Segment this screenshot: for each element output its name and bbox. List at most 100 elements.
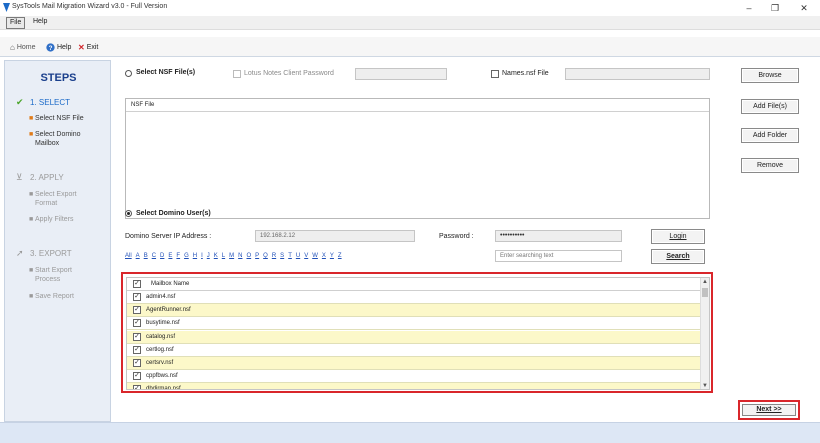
home-button[interactable]: ⌂ Home xyxy=(10,41,36,53)
mailbox-row[interactable]: ✓ certlog.nsf xyxy=(127,344,702,357)
step-item-select-nsf: ■ Select NSF File xyxy=(29,115,84,122)
mailbox-list-highlight: ✓ Mailbox Name ✓ admin4.nsf ✓ AgentRunner.n… xyxy=(121,272,713,393)
mailbox-row-checkbox[interactable]: ✓ xyxy=(133,306,141,315)
alphabet-link-y[interactable]: Y xyxy=(330,253,334,259)
scroll-thumb[interactable] xyxy=(702,288,708,297)
alphabet-link-e[interactable]: E xyxy=(168,253,172,259)
login-button[interactable]: Login xyxy=(651,229,705,244)
export-arrow-icon: ➚ xyxy=(16,248,24,258)
add-files-button[interactable]: Add File(s) xyxy=(741,99,799,114)
alphabet-link-a[interactable]: A xyxy=(136,253,140,259)
select-all-checkbox[interactable]: ✓ xyxy=(133,280,141,288)
window-title: SysTools Mail Migration Wizard v3.0 - Fu… xyxy=(12,3,168,10)
step-apply: ⊻ 2. APPLY xyxy=(16,172,64,183)
mailbox-row-checkbox[interactable]: ✓ xyxy=(133,372,141,381)
mailbox-row[interactable]: ✓ busytime.nsf xyxy=(127,317,702,331)
checkmark-icon: ✔ xyxy=(16,97,24,107)
mailbox-row-name: dbdirman.nsf xyxy=(146,386,181,390)
nsf-file-list[interactable]: NSF File xyxy=(125,98,710,219)
alphabet-link-z[interactable]: Z xyxy=(338,253,342,259)
mailbox-row[interactable]: ✓ admin4.nsf xyxy=(127,291,702,304)
alphabet-link-v[interactable]: V xyxy=(304,253,308,259)
steps-title: STEPS xyxy=(40,72,77,84)
alphabet-link-g[interactable]: G xyxy=(184,253,189,259)
alphabet-link-x[interactable]: X xyxy=(322,253,326,259)
alphabet-link-t[interactable]: T xyxy=(288,253,292,259)
alphabet-link-k[interactable]: K xyxy=(214,253,218,259)
svg-text:?: ? xyxy=(49,44,53,51)
mailbox-row-checkbox[interactable]: ✓ xyxy=(133,359,141,367)
mailbox-row[interactable]: ✓ cppfbws.nsf xyxy=(127,370,702,384)
alphabet-link-p[interactable]: P xyxy=(255,253,259,259)
exit-button[interactable]: ✕ Exit xyxy=(78,41,98,53)
alphabet-link-q[interactable]: Q xyxy=(263,253,268,259)
select-domino-radio[interactable] xyxy=(125,210,132,217)
alphabet-link-i[interactable]: I xyxy=(201,253,203,259)
mailbox-row-checkbox[interactable]: ✓ xyxy=(133,345,141,354)
lotus-password-input[interactable] xyxy=(355,68,447,80)
step-export: ➚ 3. EXPORT xyxy=(16,248,72,259)
add-folder-button[interactable]: Add Folder xyxy=(741,128,799,143)
alphabet-link-c[interactable]: C xyxy=(152,253,156,259)
mailbox-row-checkbox[interactable]: ✓ xyxy=(133,332,141,341)
password-label: Password : xyxy=(439,233,474,240)
home-icon: ⌂ xyxy=(10,42,15,52)
mailbox-row-name: AgentRunner.nsf xyxy=(146,307,191,314)
mailbox-row[interactable]: ✓ certsrv.nsf xyxy=(127,357,702,370)
alphabet-link-o[interactable]: O xyxy=(246,253,251,259)
status-bar xyxy=(0,422,820,443)
mailbox-row-checkbox[interactable]: ✓ xyxy=(133,293,141,301)
lotus-password-checkbox[interactable] xyxy=(233,70,241,78)
alphabet-link-r[interactable]: R xyxy=(272,253,276,259)
mailbox-scrollbar[interactable]: ▲ ▼ xyxy=(700,278,709,389)
password-input[interactable]: •••••••••• xyxy=(495,230,622,242)
mailbox-row[interactable]: ✓ dbdirman.nsf xyxy=(127,383,702,390)
help-button[interactable]: ? Help xyxy=(46,41,71,53)
alphabet-link-w[interactable]: W xyxy=(312,253,318,259)
main-panel: Select NSF File(s) Lotus Notes Client Pa… xyxy=(111,60,820,422)
mailbox-row[interactable]: ✓ AgentRunner.nsf xyxy=(127,304,702,318)
mailbox-row-checkbox[interactable]: ✓ xyxy=(133,385,141,389)
search-button[interactable]: Search xyxy=(651,249,705,264)
alphabet-link-h[interactable]: H xyxy=(193,253,197,259)
exit-label: Exit xyxy=(86,43,99,51)
server-ip-label: Domino Server IP Address : xyxy=(125,233,212,240)
maximize-button[interactable]: ❐ xyxy=(764,1,786,15)
alphabet-link-m[interactable]: M xyxy=(229,253,234,259)
alphabet-link-s[interactable]: S xyxy=(280,253,284,259)
close-button[interactable]: ✕ xyxy=(793,1,815,15)
alphabet-link-all[interactable]: All xyxy=(125,253,132,259)
step-item-select-domino: ■ Select Domino Mailbox xyxy=(29,131,81,147)
mailbox-list[interactable]: ✓ Mailbox Name ✓ admin4.nsf ✓ AgentRunner.n… xyxy=(126,277,710,390)
server-ip-input[interactable]: 192.168.2.12 xyxy=(255,230,415,242)
names-nsf-checkbox[interactable] xyxy=(491,70,499,78)
alphabet-link-d[interactable]: D xyxy=(160,253,164,259)
select-nsf-label: Select NSF File(s) xyxy=(136,69,196,76)
next-button[interactable]: Next >> xyxy=(742,404,796,416)
scroll-down-icon[interactable]: ▼ xyxy=(701,382,709,389)
browse-button[interactable]: Browse xyxy=(741,68,799,83)
minimize-button[interactable]: – xyxy=(738,1,760,15)
menu-file[interactable]: File xyxy=(6,17,26,29)
select-nsf-radio[interactable] xyxy=(125,70,132,77)
alphabet-link-j[interactable]: J xyxy=(207,253,210,259)
mailbox-row-checkbox[interactable]: ✓ xyxy=(133,319,141,328)
alphabet-link-u[interactable]: U xyxy=(296,253,300,259)
alphabet-link-f[interactable]: F xyxy=(176,253,180,259)
menu-bar: File Help xyxy=(0,16,820,30)
alphabet-link-l[interactable]: L xyxy=(222,253,225,259)
mailbox-row-name: admin4.nsf xyxy=(146,294,176,300)
search-input[interactable]: Enter searching text xyxy=(495,250,622,262)
remove-button[interactable]: Remove xyxy=(741,158,799,173)
alphabet-link-n[interactable]: N xyxy=(238,253,242,259)
alphabet-filter: All A B C D E F G H I J K L M N O P Q R S T U V W X Y Z xyxy=(125,253,342,259)
menu-help[interactable]: Help xyxy=(30,17,50,29)
home-label: Home xyxy=(16,43,36,51)
alphabet-link-b[interactable]: B xyxy=(144,253,148,259)
mailbox-row[interactable]: ✓ catalog.nsf xyxy=(127,330,702,344)
step-apply-label: 2. APPLY xyxy=(30,173,64,182)
app-icon xyxy=(3,3,10,12)
step-item-apply-filters: ■ Apply Filters xyxy=(29,216,74,223)
names-nsf-input[interactable] xyxy=(565,68,710,80)
scroll-up-icon[interactable]: ▲ xyxy=(701,278,709,287)
